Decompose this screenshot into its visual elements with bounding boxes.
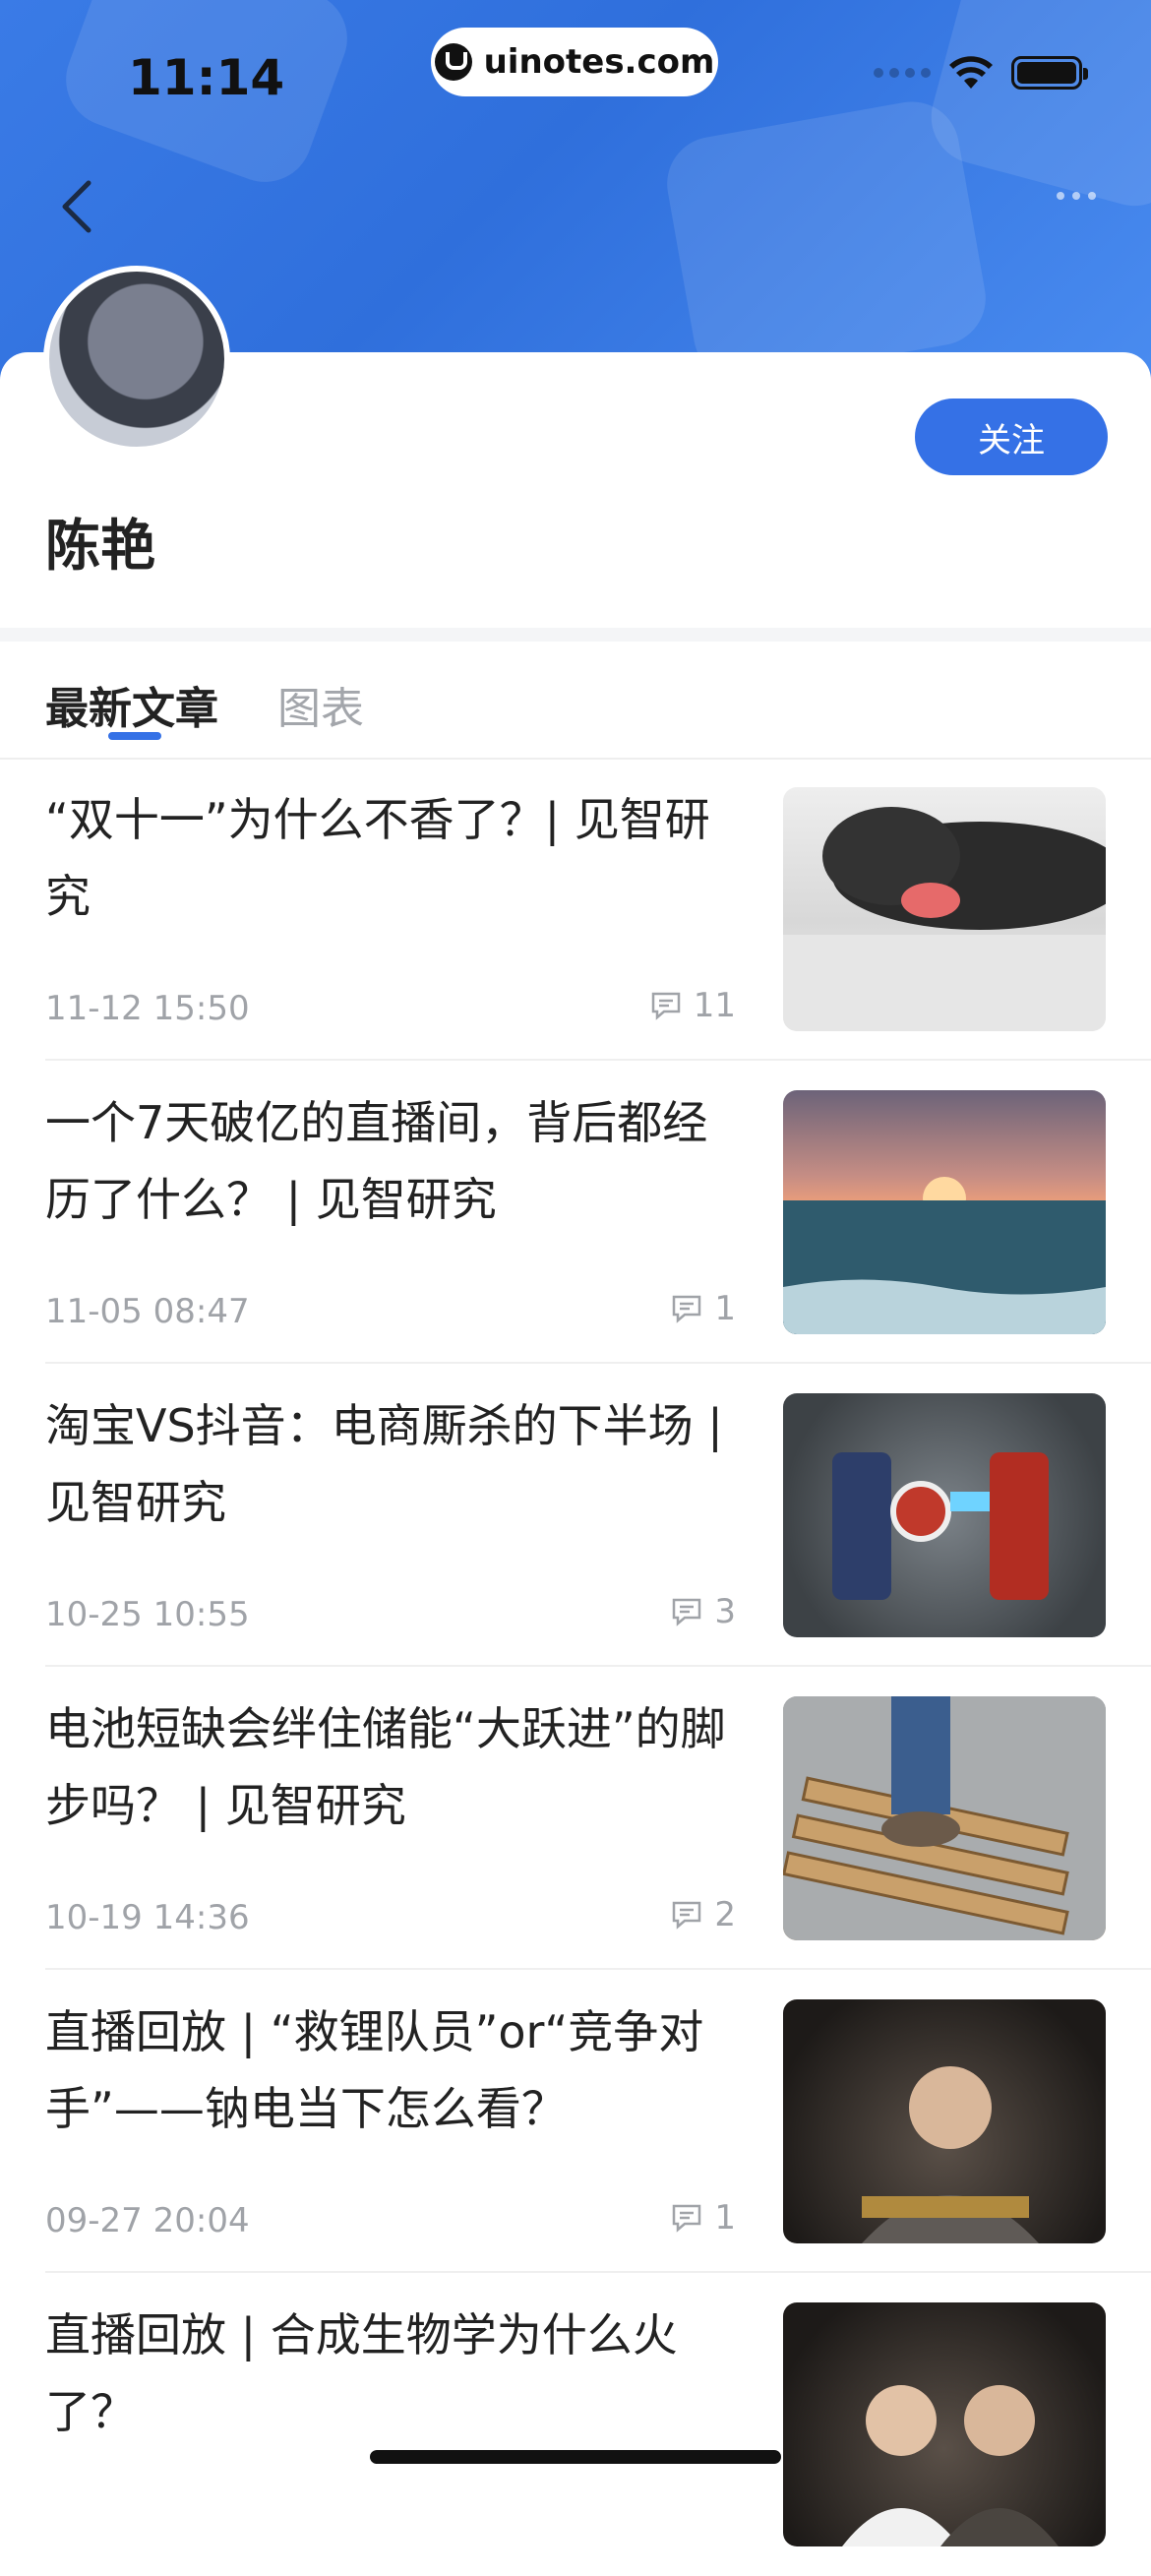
article-item[interactable]: 直播回放 | 合成生物学为什么火了？ bbox=[0, 2273, 1151, 2576]
comment-count: 1 bbox=[671, 2198, 736, 2238]
uinotes-logo-icon bbox=[434, 43, 472, 81]
article-title: 直播回放 | 合成生物学为什么火了？ bbox=[45, 2308, 678, 2438]
comment-count: 2 bbox=[671, 1895, 736, 1934]
pug-yawning-image bbox=[783, 787, 1106, 1031]
article-item[interactable]: 直播回放 | “救锂队员”or“竞争对手”——钠电当下怎么看？ 09-27 20… bbox=[0, 1970, 1151, 2273]
wooden-pallet-image bbox=[783, 1696, 1106, 1940]
comment-count-value: 1 bbox=[714, 1289, 736, 1328]
status-icons bbox=[874, 55, 1088, 91]
comment-count-value: 1 bbox=[714, 2198, 736, 2238]
url-text: uinotes.com bbox=[483, 42, 715, 82]
sunset-sea-image bbox=[783, 1090, 1106, 1334]
more-icon[interactable] bbox=[1057, 192, 1096, 200]
comment-count: 3 bbox=[671, 1592, 736, 1631]
article-time: 11-05 08:47 bbox=[45, 1292, 250, 1331]
content-tabs: 最新文章 图表 bbox=[0, 642, 1151, 760]
article-title: 淘宝VS抖音：电商厮杀的下半场 | 见智研究 bbox=[45, 1399, 723, 1529]
article-time: 11-12 15:50 bbox=[45, 989, 250, 1028]
home-indicator bbox=[370, 2450, 781, 2464]
comment-count-value: 11 bbox=[693, 986, 736, 1025]
signal-icon bbox=[874, 68, 931, 78]
article-time: 09-27 20:04 bbox=[45, 2201, 250, 2240]
author-name: 陈艳 bbox=[45, 515, 155, 579]
article-item[interactable]: 一个7天破亿的直播间，背后都经历了什么？ | 见智研究 11-05 08:47 … bbox=[0, 1061, 1151, 1364]
article-title: 电池短缺会绊住储能“大跃进”的脚步吗？ | 见智研究 bbox=[45, 1702, 726, 1832]
article-item[interactable]: 淘宝VS抖音：电商厮杀的下半场 | 见智研究 10-25 10:55 3 bbox=[0, 1364, 1151, 1667]
tab-charts[interactable]: 图表 bbox=[277, 673, 364, 736]
battery-icon bbox=[1011, 56, 1088, 90]
article-item[interactable]: 电池短缺会绊住储能“大跃进”的脚步吗？ | 见智研究 10-19 14:36 2 bbox=[0, 1667, 1151, 1970]
lego-heroes-image bbox=[783, 1393, 1106, 1637]
article-title: “双十一”为什么不香了？| 见智研究 bbox=[45, 793, 710, 923]
status-time: 11:14 bbox=[128, 49, 285, 106]
comment-count-value: 2 bbox=[714, 1895, 736, 1934]
article-time: 10-25 10:55 bbox=[45, 1595, 250, 1634]
article-time: 10-19 14:36 bbox=[45, 1898, 250, 1937]
comment-count-value: 3 bbox=[714, 1592, 736, 1631]
livestream-hosts-image bbox=[783, 2302, 1106, 2546]
comment-count: 11 bbox=[650, 986, 736, 1025]
comment-icon bbox=[673, 2204, 701, 2233]
comment-icon bbox=[673, 1598, 701, 1626]
avatar[interactable] bbox=[43, 266, 230, 453]
active-tab-indicator bbox=[108, 732, 161, 740]
article-title: 一个7天破亿的直播间，背后都经历了什么？ | 见智研究 bbox=[45, 1096, 708, 1226]
back-arrow-icon[interactable] bbox=[55, 177, 104, 236]
section-divider bbox=[0, 628, 1151, 642]
follow-button[interactable]: 关注 bbox=[915, 399, 1108, 475]
url-pill: uinotes.com bbox=[431, 28, 718, 96]
comment-count: 1 bbox=[671, 1289, 736, 1328]
tab-latest-articles[interactable]: 最新文章 bbox=[45, 673, 218, 736]
wifi-icon bbox=[949, 56, 993, 89]
article-item[interactable]: “双十一”为什么不香了？| 见智研究 11-12 15:50 11 bbox=[0, 758, 1151, 1061]
comment-icon bbox=[673, 1295, 701, 1323]
livestream-guest-image bbox=[783, 1999, 1106, 2243]
article-title: 直播回放 | “救锂队员”or“竞争对手”——钠电当下怎么看？ bbox=[45, 2005, 704, 2135]
comment-icon bbox=[651, 992, 680, 1020]
comment-icon bbox=[673, 1901, 701, 1930]
